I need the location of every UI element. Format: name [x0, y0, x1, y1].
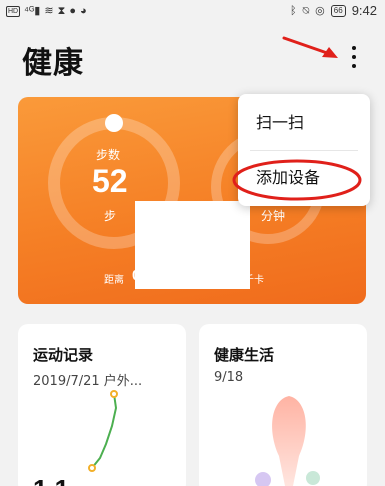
healthy-life-progress: 9/18: [214, 370, 244, 385]
steps-unit: 步: [104, 209, 117, 223]
more-menu-button[interactable]: [344, 44, 364, 72]
page-title: 健康: [22, 46, 84, 81]
steps-label: 步数: [96, 148, 121, 162]
signal-icon: ⁴ᴳ▮: [24, 5, 41, 17]
healthy-life-title: 健康生活: [214, 346, 275, 364]
vpn-icon: ●: [69, 5, 76, 17]
status-time: 9:42: [351, 3, 377, 18]
annotation-highlight-circle: [232, 159, 362, 201]
annotation-arrow: [282, 36, 338, 58]
hd-icon: HD: [6, 5, 21, 17]
menu-item-scan[interactable]: 扫一扫: [256, 109, 304, 133]
menu-divider: [250, 150, 358, 151]
wechat-icon: ◕: [79, 5, 87, 17]
healthy-life-illustration: [255, 396, 320, 486]
status-bar: HD ⁴ᴳ▮ ≋ ⧗ ● ◕ ᛒ ⍉ ◎ 66 9:42: [0, 0, 385, 22]
route-map-icon: [88, 390, 118, 472]
mute-icon: ⍉: [302, 4, 310, 17]
steps-ring-marker: [105, 114, 123, 132]
minutes-unit: 分钟: [261, 209, 286, 223]
exercise-record-card[interactable]: 运动记录 2019/7/21 户外... 1.1: [18, 324, 186, 486]
battery-indicator: 66: [330, 4, 346, 17]
wifi-icon: ≋: [44, 5, 54, 17]
calories-marker: [238, 272, 240, 284]
hourglass-icon: ⧗: [57, 5, 66, 17]
nfc-icon: ◎: [315, 4, 325, 17]
healthy-life-card[interactable]: 健康生活 9/18: [199, 324, 367, 486]
distance-label: 距离: [104, 275, 124, 286]
exercise-distance-value: 1.1: [33, 474, 69, 486]
steps-value: 52: [92, 163, 128, 199]
distance-value: 0.04: [132, 267, 162, 284]
bluetooth-icon: ᛒ: [289, 4, 297, 17]
calories-label: 千卡: [244, 275, 264, 286]
exercise-card-title: 运动记录: [33, 346, 94, 364]
